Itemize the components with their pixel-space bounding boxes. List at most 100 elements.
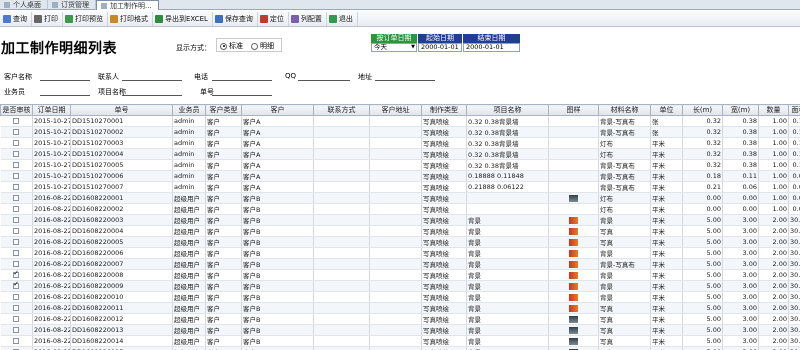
toolbar-button-2[interactable]: 打印预览	[63, 11, 108, 26]
approved-checkbox[interactable]	[13, 270, 20, 278]
column-header[interactable]: 面积	[788, 104, 800, 116]
date-end-input[interactable]: 2000-01-01	[463, 43, 520, 52]
table-row[interactable]: 2016-08-22 DD1608220007 超级用户 客户 客户B 写真喷绘 背景 背景-…	[0, 258, 800, 270]
thumbnail-image[interactable]	[569, 304, 578, 312]
table-row[interactable]: 2015-10-27 DD1510270007 admin 客户 客户A 写真喷绘 0.21…	[0, 181, 800, 193]
tab-0[interactable]: 个人桌面	[0, 0, 48, 10]
column-header[interactable]: 数量	[758, 104, 789, 116]
thumbnail-image[interactable]	[569, 216, 578, 224]
column-header[interactable]: 单位	[650, 104, 683, 116]
approved-checkbox[interactable]	[13, 239, 20, 245]
column-header[interactable]: 宽(m)	[722, 104, 759, 116]
approved-checkbox[interactable]	[13, 261, 20, 267]
table-row[interactable]: 2016-08-22 DD1608220012 超级用户 客户 客户B 写真喷绘 背景 写真平…	[0, 313, 800, 325]
tab-2[interactable]: 加工制作明...	[96, 0, 159, 10]
thumbnail-image[interactable]	[569, 282, 578, 290]
table-row[interactable]: 2016-08-22DD1608220009超级用户客户客户B写真喷绘背景背景平…	[0, 280, 800, 292]
toolbar-button-1[interactable]: 打印	[32, 11, 63, 26]
radio-standard[interactable]: 标准	[220, 41, 243, 51]
approved-checkbox[interactable]	[13, 228, 20, 234]
filter-address-input[interactable]	[375, 80, 435, 81]
table-row[interactable]: 2015-10-27 DD1510270004 admin 客户 客户A 写真喷绘 0.32…	[0, 148, 800, 160]
table-row[interactable]: 2015-10-27 DD1510270003 admin 客户 客户A 写真喷绘 0.32…	[0, 137, 800, 149]
date-start-input[interactable]: 2000-01-01	[418, 43, 462, 52]
toolbar-button-6[interactable]: 定位	[258, 11, 289, 26]
table-row[interactable]: 2016-08-22DD1608220008超级用户客户客户B写真喷绘背景背景平…	[0, 269, 800, 281]
approved-checkbox[interactable]	[13, 140, 20, 146]
radio-standard-circle[interactable]	[220, 42, 227, 50]
approved-checkbox[interactable]	[13, 250, 20, 256]
approved-checkbox[interactable]	[13, 162, 20, 168]
column-header[interactable]: 客户地址	[369, 104, 422, 116]
table-row[interactable]: 2016-08-22 DD1608220011 超级用户 客户 客户B 写真喷绘 背景 写真平…	[0, 302, 800, 314]
thumbnail-image[interactable]	[569, 194, 578, 202]
column-header[interactable]: 订单日期	[32, 104, 71, 116]
column-header[interactable]: 项目名称	[466, 104, 549, 116]
approved-checkbox[interactable]	[13, 294, 20, 300]
radio-detail[interactable]: 明细	[251, 41, 274, 51]
toolbar-button-3[interactable]: 打印格式	[108, 11, 153, 26]
chevron-down-icon[interactable]: ▼	[411, 44, 416, 51]
approved-checkbox[interactable]	[13, 206, 20, 212]
thumbnail-image[interactable]	[569, 271, 578, 279]
toolbar-button-0[interactable]: 查询	[1, 11, 32, 26]
toolbar-button-4[interactable]: 导出到EXCEL	[153, 11, 213, 26]
tab-1[interactable]: 订货管理	[48, 0, 96, 10]
toolbar-button-5[interactable]: 保存查询	[213, 11, 258, 26]
column-header[interactable]: 是否审核	[0, 104, 33, 116]
filter-customer-input[interactable]	[40, 80, 90, 81]
column-header[interactable]: 单号	[70, 104, 173, 116]
approved-checkbox[interactable]	[13, 281, 20, 289]
column-header[interactable]: 制作类型	[421, 104, 467, 116]
table-row[interactable]: 2016-08-22 DD1608220001 超级用户 客户 客户B 写真喷绘 灯布 平米 0…	[0, 192, 800, 204]
column-header[interactable]: 业务员	[172, 104, 206, 116]
table-row[interactable]: 2015-10-27 DD1510270002 admin 客户 客户A 写真喷绘 0.32…	[0, 126, 800, 138]
column-header[interactable]: 长(m)	[682, 104, 723, 116]
table-row[interactable]: 2015-10-27 DD1510270005 admin 客户 客户A 写真喷绘 0.32…	[0, 159, 800, 171]
thumbnail-image[interactable]	[569, 326, 578, 334]
thumbnail-image[interactable]	[569, 315, 578, 323]
filter-project-input[interactable]	[122, 95, 182, 96]
approved-checkbox[interactable]	[13, 217, 20, 223]
approved-checkbox[interactable]	[13, 173, 20, 179]
table-row[interactable]: 2016-08-22 DD1608220003 超级用户 客户 客户B 写真喷绘 背景 背景平…	[0, 214, 800, 226]
approved-checkbox[interactable]	[13, 316, 20, 322]
thumbnail-image[interactable]	[569, 249, 578, 257]
table-row[interactable]: 2016-08-22DD1608220015超级用户客户客户B 写真喷绘背景 写真平…	[0, 346, 800, 350]
table-row[interactable]: 2016-08-22 DD1608220013 超级用户 客户 客户B 写真喷绘 背景 写真平…	[0, 324, 800, 336]
approved-checkbox[interactable]	[13, 129, 20, 135]
approved-checkbox[interactable]	[13, 151, 20, 157]
thumbnail-image[interactable]	[569, 337, 578, 345]
thumbnail-image[interactable]	[569, 260, 578, 268]
table-row[interactable]: 2016-08-22 DD1608220002 超级用户 客户 客户B 写真喷绘 灯布 平米 0…	[0, 203, 800, 215]
thumbnail-image[interactable]	[569, 293, 578, 301]
toolbar-button-8[interactable]: 退出	[327, 11, 358, 26]
toolbar-button-7[interactable]: 列配置	[289, 11, 327, 26]
column-header[interactable]: 客户	[241, 104, 314, 116]
table-row[interactable]: 2016-08-22 DD1608220014 超级用户 客户 客户B 写真喷绘 背景 写真平…	[0, 335, 800, 347]
thumbnail-image[interactable]	[569, 238, 578, 246]
filter-salesman-input[interactable]	[40, 95, 90, 96]
filter-qq-input[interactable]	[298, 80, 350, 81]
column-header[interactable]: 图样	[548, 104, 599, 116]
column-header[interactable]: 材料名称	[598, 104, 651, 116]
approved-checkbox[interactable]	[13, 338, 20, 344]
table-row[interactable]: 2016-08-22 DD1608220006 超级用户 客户 客户B 写真喷绘 背景 背景平…	[0, 247, 800, 259]
approved-checkbox[interactable]	[13, 327, 20, 333]
radio-detail-circle[interactable]	[251, 42, 258, 50]
filter-contact-input[interactable]	[122, 80, 182, 81]
thumbnail-image[interactable]	[569, 227, 578, 235]
approved-checkbox[interactable]	[13, 195, 20, 201]
table-row[interactable]: 2016-08-22 DD1608220004 超级用户 客户 客户B 写真喷绘 背景 写真平…	[0, 225, 800, 237]
table-row[interactable]: 2015-10-27 DD1510270001 admin 客户 客户A 写真喷绘 0.32…	[0, 115, 800, 127]
column-header[interactable]: 联系方式	[313, 104, 370, 116]
table-row[interactable]: 2016-08-22 DD1608220005 超级用户 客户 客户B 写真喷绘 背景 写真平…	[0, 236, 800, 248]
table-row[interactable]: 2015-10-27 DD1510270006 admin 客户 客户A 写真喷绘 0.18…	[0, 170, 800, 182]
column-header[interactable]: 客户类型	[205, 104, 242, 116]
filter-number-input[interactable]	[212, 95, 272, 96]
approved-checkbox[interactable]	[13, 118, 20, 124]
table-row[interactable]: 2016-08-22 DD1608220010 超级用户 客户 客户B 写真喷绘 背景 背景平…	[0, 291, 800, 303]
approved-checkbox[interactable]	[13, 184, 20, 190]
approved-checkbox[interactable]	[13, 305, 20, 311]
filter-phone-input[interactable]	[212, 80, 272, 81]
